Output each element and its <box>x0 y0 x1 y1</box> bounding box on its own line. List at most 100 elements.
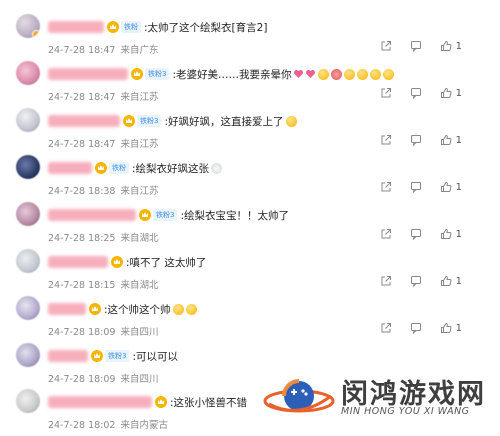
comment-source: 来自四川 <box>120 327 159 338</box>
comment-icon[interactable] <box>410 40 422 52</box>
comment-actions: 1 <box>380 228 462 240</box>
thumbs-up-icon <box>440 87 452 99</box>
comment-item: 铁粉3 :绘梨衣宝宝！！太帅了 24-7-28 18:25 来自湖北 1 <box>0 202 500 250</box>
username[interactable] <box>48 396 152 408</box>
comment-time: 24-7-28 18:09 <box>48 327 116 338</box>
like-button[interactable]: 1 <box>440 181 462 193</box>
comment-meta: 24-7-28 18:25 来自湖北 <box>48 230 159 244</box>
smile-emoji-icon <box>330 68 342 80</box>
like-button[interactable]: 1 <box>440 228 462 240</box>
comment-header: 铁粉3 :绘梨衣宝宝！！太帅了 <box>48 207 490 223</box>
comment-header: :嗔不了 这太帅了 <box>48 254 490 270</box>
watermark-subtitle: MIN HONG YOU XI WANG <box>341 406 470 417</box>
avatar[interactable] <box>16 343 40 367</box>
comment-actions: 1 <box>380 181 462 193</box>
avatar[interactable] <box>16 108 40 132</box>
username[interactable] <box>48 21 104 33</box>
like-count: 1 <box>455 134 462 146</box>
comment-header: 铁粉3 :可以可以 <box>48 348 490 364</box>
fan-badge: 铁粉3 <box>105 350 130 362</box>
avatar[interactable] <box>16 155 40 179</box>
share-icon[interactable] <box>380 181 392 193</box>
username[interactable] <box>48 115 120 127</box>
like-button[interactable]: 1 <box>440 275 462 287</box>
thumbs-up-icon <box>440 134 452 146</box>
like-count: 1 <box>455 275 462 287</box>
comment-source: 来自江苏 <box>120 92 159 103</box>
share-icon[interactable] <box>380 40 392 52</box>
like-button[interactable]: 1 <box>440 134 462 146</box>
share-icon[interactable] <box>380 322 392 334</box>
share-icon[interactable] <box>380 87 392 99</box>
comment-icon[interactable] <box>410 228 422 240</box>
avatar[interactable] <box>16 14 40 38</box>
smile-emoji-icon <box>356 68 368 80</box>
comment-meta: 24-7-28 18:47 来自广东 <box>48 42 159 56</box>
username[interactable] <box>48 68 128 80</box>
fan-badge: 铁粉3 <box>137 115 162 127</box>
comment-item: 铁粉3 :老婆好美……我要亲晕你 24-7-28 18:47 来自江苏 1 <box>0 61 500 109</box>
share-icon[interactable] <box>380 275 392 287</box>
comment-item: 铁粉 :绘梨衣好飒这张 24-7-28 18:38 来自江苏 1 <box>0 155 500 203</box>
comment-actions: 1 <box>380 322 462 334</box>
comment-text: :绘梨衣好飒这张 <box>132 162 210 175</box>
comment-icon[interactable] <box>410 322 422 334</box>
like-count: 1 <box>455 40 462 52</box>
thumbs-up-icon <box>440 322 452 334</box>
site-watermark: 闵鸿游戏网 MIN HONG YOU XI WANG <box>263 370 500 436</box>
comment-actions: 1 <box>380 275 462 287</box>
comment-meta: 24-7-28 18:47 来自江苏 <box>48 136 159 150</box>
comment-time: 24-7-28 18:02 <box>48 420 116 431</box>
share-icon[interactable] <box>380 228 392 240</box>
username[interactable] <box>48 350 88 362</box>
like-button[interactable]: 1 <box>440 40 462 52</box>
comment-text: :这个帅这个帅 <box>104 303 171 316</box>
thumbs-up-icon <box>440 275 452 287</box>
comment-header: 铁粉3 :好飒好飒，这直接爱上了 <box>48 113 490 129</box>
avatar[interactable] <box>16 61 40 85</box>
avatar[interactable] <box>16 296 40 320</box>
crown-badge-icon <box>139 209 151 221</box>
comment-actions: 1 <box>380 134 462 146</box>
comment-time: 24-7-28 18:25 <box>48 233 116 244</box>
comment-time: 24-7-28 18:47 <box>48 139 116 150</box>
fan-badge: 铁粉 <box>109 162 129 174</box>
share-icon[interactable] <box>380 134 392 146</box>
avatar[interactable] <box>16 389 40 413</box>
like-button[interactable]: 1 <box>440 87 462 99</box>
smile-emoji-icon <box>382 68 394 80</box>
gamepad-logo-icon <box>263 379 335 413</box>
avatar[interactable] <box>16 202 40 226</box>
thumbs-up-icon <box>440 40 452 52</box>
comment-text: :可以可以 <box>132 350 179 363</box>
comment-text: :好飒好飒，这直接爱上了 <box>164 115 284 128</box>
comment-icon[interactable] <box>410 181 422 193</box>
like-button[interactable]: 1 <box>440 322 462 334</box>
avatar[interactable] <box>16 249 40 273</box>
comment-header: 铁粉 :绘梨衣好飒这张 <box>48 160 490 176</box>
comment-icon[interactable] <box>410 87 422 99</box>
crown-badge-icon <box>89 303 101 315</box>
username[interactable] <box>48 256 108 268</box>
comment-icon[interactable] <box>410 134 422 146</box>
comment-meta: 24-7-28 18:02 来自内蒙古 <box>48 417 168 431</box>
comment-meta: 24-7-28 18:09 来自四川 <box>48 324 159 338</box>
comment-text: :太帅了这个绘梨衣[育言2] <box>144 21 268 34</box>
comment-time: 24-7-28 18:09 <box>48 374 116 385</box>
comment-time: 24-7-28 18:47 <box>48 92 116 103</box>
like-count: 1 <box>455 181 462 193</box>
username[interactable] <box>48 209 136 221</box>
fan-badge: 铁粉3 <box>153 209 178 221</box>
crown-badge-icon <box>155 396 167 408</box>
comment-actions: 1 <box>380 87 462 99</box>
smile-emoji-icon <box>317 68 329 80</box>
comment-icon[interactable] <box>410 275 422 287</box>
smile-emoji-icon <box>172 303 184 315</box>
username[interactable] <box>48 303 86 315</box>
comment-meta: 24-7-28 18:38 来自江苏 <box>48 183 159 197</box>
comment-source: 来自江苏 <box>120 186 159 197</box>
comment-text: :嗔不了 这太帅了 <box>126 256 207 269</box>
like-count: 1 <box>455 322 462 334</box>
comment-source: 来自内蒙古 <box>120 420 168 431</box>
username[interactable] <box>48 162 92 174</box>
